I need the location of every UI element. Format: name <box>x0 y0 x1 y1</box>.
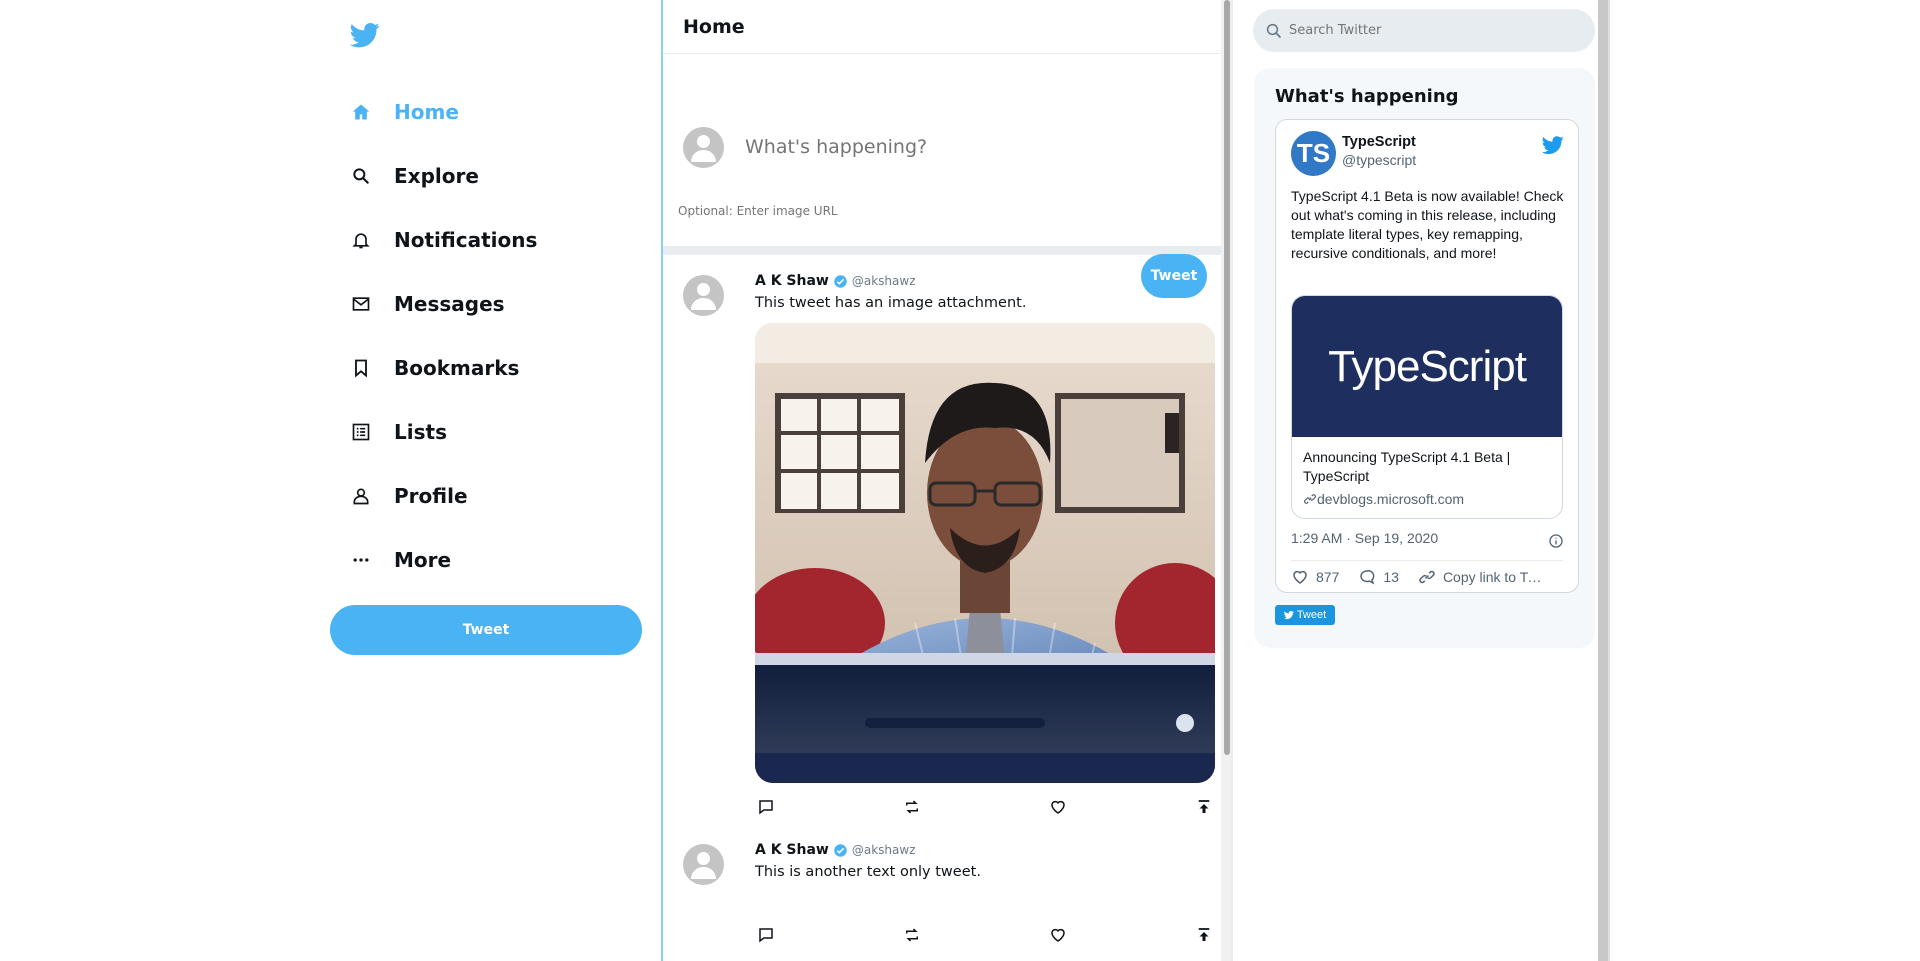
share-icon[interactable] <box>1193 796 1215 818</box>
reply-count: 13 <box>1383 569 1399 585</box>
tweet-author-handle[interactable]: @akshawz <box>852 274 916 288</box>
scrollbar-thumb[interactable] <box>1224 0 1230 755</box>
nav-item-notifications[interactable]: Notifications <box>350 208 537 272</box>
twitter-bird-icon <box>1283 611 1294 620</box>
tweet[interactable]: A K Shaw @akshawz This tweet has an imag… <box>663 255 1221 840</box>
card-title: Announcing TypeScript 4.1 Beta | TypeScr… <box>1303 449 1511 484</box>
avatar[interactable] <box>683 844 724 885</box>
nav-item-messages[interactable]: Messages <box>350 272 537 336</box>
heart-icon <box>1293 570 1307 584</box>
nav-item-label: Lists <box>394 420 447 444</box>
twitter-bird-icon[interactable] <box>1542 134 1564 156</box>
tweet-author-name[interactable]: A K Shaw <box>755 273 829 289</box>
divider <box>1291 560 1563 561</box>
like-count: 877 <box>1316 569 1340 585</box>
card-image: TypeScript <box>1292 296 1562 437</box>
left-sidebar: Home Explore Notifications Messages Book… <box>0 0 661 961</box>
embed-reply-button[interactable]: 13 <box>1358 568 1399 586</box>
like-icon[interactable] <box>1047 796 1069 818</box>
verified-badge-icon <box>834 843 847 857</box>
embed-actions: 877 13 Copy link to Tweet <box>1291 568 1566 586</box>
panel-title: What's happening <box>1275 86 1459 107</box>
page-title: Home <box>683 15 745 38</box>
feed-scrollbar[interactable] <box>1221 0 1231 961</box>
nav-item-label: More <box>394 548 452 572</box>
twitter-bird-icon[interactable] <box>350 20 380 50</box>
search-bar[interactable] <box>1253 9 1595 52</box>
person-icon <box>350 485 372 507</box>
retweet-icon[interactable] <box>901 924 923 946</box>
avatar <box>683 127 724 168</box>
retweet-icon[interactable] <box>901 796 923 818</box>
nav-item-profile[interactable]: Profile <box>350 464 537 528</box>
sidebar-tweet-button[interactable]: Tweet <box>330 605 642 655</box>
tweet[interactable]: A K Shaw @akshawz This is another text o… <box>663 840 1221 961</box>
bookmark-icon <box>350 357 372 379</box>
tweet-actions <box>755 924 1215 946</box>
nav-item-label: Messages <box>394 292 505 316</box>
embed-author-handle[interactable]: @typescript <box>1342 152 1416 168</box>
nav-item-label: Profile <box>394 484 468 508</box>
embed-tweet-button[interactable]: Tweet <box>1275 605 1335 625</box>
mail-icon <box>350 293 372 315</box>
home-icon <box>350 101 372 123</box>
link-card[interactable]: TypeScript Announcing TypeScript 4.1 Bet… <box>1291 295 1563 519</box>
page-edge <box>1608 0 1610 961</box>
right-scrollbar[interactable] <box>1598 0 1608 961</box>
nav-item-home[interactable]: Home <box>350 80 537 144</box>
scrollbar-track[interactable] <box>1598 0 1608 961</box>
right-column: What's happening TS TypeScript @typescri… <box>1233 0 1598 961</box>
tweet-author-handle[interactable]: @akshawz <box>852 843 916 857</box>
reply-icon[interactable] <box>755 796 777 818</box>
search-input[interactable] <box>1289 23 1569 38</box>
embed-copy-link-button[interactable]: Copy link to Tweet <box>1418 568 1543 586</box>
copy-link-label: Copy link to Tweet <box>1442 569 1543 585</box>
tweet-meta: A K Shaw @akshawz <box>755 273 916 289</box>
nav-item-label: Bookmarks <box>394 356 520 380</box>
more-icon <box>350 549 372 571</box>
search-icon <box>350 165 372 187</box>
tweet-text-input[interactable] <box>745 136 1145 158</box>
link-icon <box>1304 494 1316 504</box>
info-icon[interactable] <box>1548 533 1564 549</box>
verified-badge-icon <box>834 274 847 288</box>
embedded-tweet[interactable]: TS TypeScript @typescript TypeScript 4.1… <box>1275 119 1579 593</box>
nav-item-explore[interactable]: Explore <box>350 144 537 208</box>
tweet-text: This tweet has an image attachment. <box>755 295 1027 311</box>
embed-tweet-text: TypeScript 4.1 Beta is now available! Ch… <box>1291 188 1564 261</box>
nav-item-more[interactable]: More <box>350 528 537 592</box>
link-icon <box>1419 570 1435 584</box>
nav-item-bookmarks[interactable]: Bookmarks <box>350 336 537 400</box>
tweet-actions <box>755 796 1215 818</box>
nav-item-lists[interactable]: Lists <box>350 400 537 464</box>
embed-like-button[interactable]: 877 <box>1291 568 1339 586</box>
card-domain-text: devblogs.microsoft.com <box>1317 491 1465 507</box>
reply-bubble-icon <box>1360 570 1375 585</box>
avatar[interactable]: TS <box>1291 131 1336 176</box>
nav-item-label: Explore <box>394 164 479 188</box>
image-url-input[interactable] <box>678 204 1078 218</box>
tweet-composer: Tweet <box>663 54 1221 298</box>
tweet-author-name[interactable]: A K Shaw <box>755 842 829 858</box>
card-domain: devblogs.microsoft.com <box>1303 491 1464 507</box>
embed-timestamp[interactable]: 1:29 AM · Sep 19, 2020 <box>1291 530 1438 546</box>
feed-header: Home <box>663 0 1221 54</box>
search-icon <box>1266 23 1281 38</box>
home-feed: Home Tweet A K Shaw @akshawz This tweet … <box>661 0 1221 961</box>
nav-item-label: Home <box>394 100 459 124</box>
reply-icon[interactable] <box>755 924 777 946</box>
share-icon[interactable] <box>1193 924 1215 946</box>
tweet-meta: A K Shaw @akshawz <box>755 842 916 858</box>
embed-tweet-button-label: Tweet <box>1296 609 1327 621</box>
nav-item-label: Notifications <box>394 228 538 252</box>
tweet-text: This is another text only tweet. <box>755 864 981 880</box>
avatar[interactable] <box>683 275 724 316</box>
bell-icon <box>350 229 372 251</box>
tweet-image[interactable] <box>755 323 1215 783</box>
embed-author-name[interactable]: TypeScript <box>1342 134 1416 150</box>
main-nav: Home Explore Notifications Messages Book… <box>350 80 537 592</box>
list-icon <box>350 421 372 443</box>
like-icon[interactable] <box>1047 924 1069 946</box>
